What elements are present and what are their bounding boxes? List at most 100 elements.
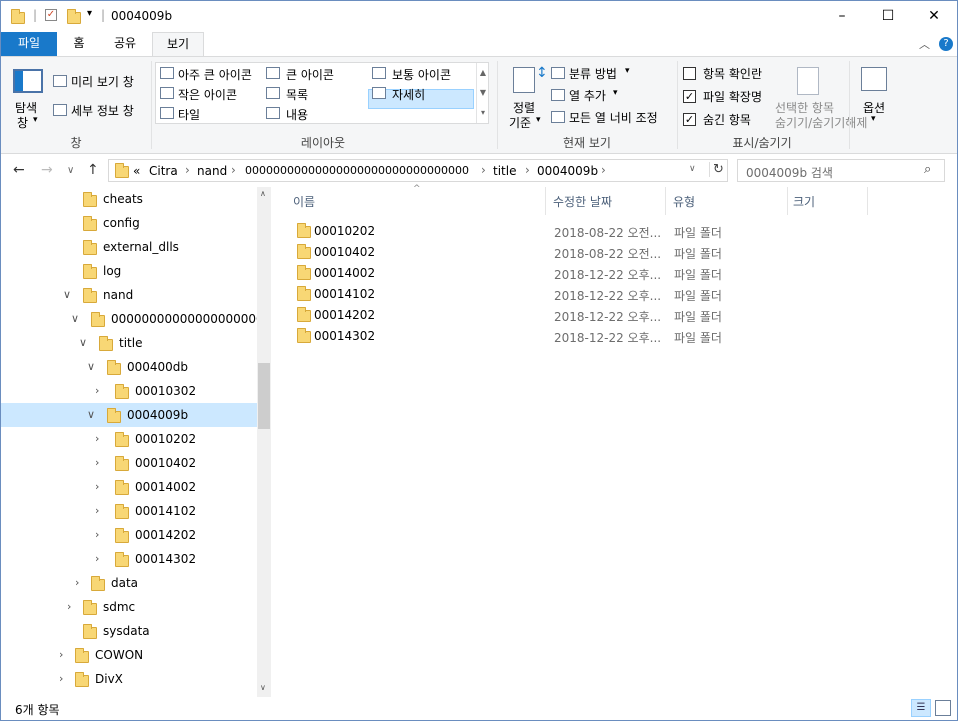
close-button[interactable]: ✕ (911, 1, 957, 32)
help-icon[interactable]: ? (939, 37, 953, 51)
properties-icon[interactable]: ✓ (45, 9, 57, 21)
file-row[interactable]: 00014002 2018-12-22 오후... 파일 폴더 (291, 262, 951, 283)
item-checkboxes-checkbox[interactable] (683, 67, 696, 80)
add-columns-button[interactable]: 열 추가 (569, 87, 606, 104)
minimize-button[interactable]: – (819, 1, 865, 32)
address-bar[interactable]: « Citra › nand › 00000000000000000000000… (108, 159, 728, 182)
chevron-down-icon[interactable]: ∨ (79, 336, 87, 349)
breadcrumb-zero-id[interactable]: 00000000000000000000000000000000 (245, 164, 469, 177)
tree-item-cowon[interactable]: › COWON (1, 643, 257, 667)
tree-item-nand[interactable]: ∨ nand (1, 283, 257, 307)
breadcrumb-separator-icon[interactable]: › (525, 163, 530, 177)
tab-view[interactable]: 보기 (152, 32, 204, 56)
chevron-down-icon[interactable]: ∨ (87, 408, 95, 421)
column-separator[interactable] (665, 187, 666, 215)
chevron-right-icon[interactable]: › (67, 600, 71, 613)
tree-item-cheats[interactable]: cheats (1, 187, 257, 211)
tree-item-00010202[interactable]: › 00010202 (1, 427, 257, 451)
tree-scrollbar[interactable]: ∧ ∨ (257, 187, 271, 697)
chevron-right-icon[interactable]: › (95, 480, 99, 493)
quick-access-dropdown-icon[interactable]: ▾ (87, 8, 92, 19)
breadcrumb-separator-icon[interactable]: › (481, 163, 486, 177)
chevron-right-icon[interactable]: › (95, 504, 99, 517)
tab-file[interactable]: 파일 (1, 32, 57, 56)
file-row[interactable]: 00010402 2018-08-22 오전... 파일 폴더 (291, 241, 951, 262)
tree-item-divx[interactable]: › DivX (1, 667, 257, 691)
gallery-scroll[interactable]: ▲ ▼ ▾ (476, 63, 489, 123)
tree-item-external-dlls[interactable]: external_dlls (1, 235, 257, 259)
breadcrumb-separator-icon[interactable]: › (185, 163, 190, 177)
tree-item-00014202[interactable]: › 00014202 (1, 523, 257, 547)
column-separator[interactable] (867, 187, 868, 215)
chevron-down-icon[interactable]: ∨ (87, 360, 95, 373)
large-icons-view-icon[interactable] (935, 700, 951, 716)
tree-item-00010302[interactable]: › 00010302 (1, 379, 257, 403)
tree-item-0004009b[interactable]: ∨ 0004009b (1, 403, 257, 427)
tree-item-00014302[interactable]: › 00014302 (1, 547, 257, 571)
chevron-down-icon[interactable]: ∨ (71, 312, 79, 325)
details-pane-button[interactable]: 세부 정보 창 (71, 102, 134, 119)
forward-arrow-icon[interactable]: → (41, 162, 53, 178)
maximize-button[interactable]: ☐ (865, 1, 911, 32)
breadcrumb-nand[interactable]: nand (197, 164, 227, 178)
tree-item-00014102[interactable]: › 00014102 (1, 499, 257, 523)
chevron-down-icon[interactable]: ▾ (536, 115, 541, 125)
view-details[interactable]: 자세히 (392, 86, 425, 103)
collapse-ribbon-icon[interactable]: ︿ (919, 36, 930, 52)
tree-item-config[interactable]: config (1, 211, 257, 235)
scrollbar-thumb[interactable] (258, 363, 270, 429)
tree-item-000400db[interactable]: ∨ 000400db (1, 355, 257, 379)
scroll-up-icon[interactable]: ∧ (260, 189, 266, 198)
chevron-right-icon[interactable]: › (95, 528, 99, 541)
breadcrumb-separator-icon[interactable]: › (601, 163, 606, 177)
refresh-icon[interactable]: ↻ (709, 162, 724, 177)
file-row[interactable]: 00014102 2018-12-22 오후... 파일 폴더 (291, 283, 951, 304)
file-row[interactable]: 00014202 2018-12-22 오후... 파일 폴더 (291, 304, 951, 325)
navigation-pane-label-2[interactable]: 창 (17, 114, 28, 131)
chevron-down-icon[interactable]: ∨ (63, 288, 71, 301)
navigation-pane-icon[interactable] (13, 69, 43, 93)
hidden-items-label[interactable]: 숨긴 항목 (703, 111, 751, 128)
size-all-columns-button[interactable]: 모든 열 너비 조정 (569, 109, 658, 126)
sort-by-icon[interactable] (513, 67, 535, 93)
hidden-items-checkbox[interactable]: ✓ (683, 113, 696, 126)
address-dropdown-icon[interactable]: ∨ (689, 164, 696, 174)
up-arrow-icon[interactable]: ↑ (87, 162, 99, 178)
view-large-icons[interactable]: 큰 아이콘 (286, 66, 334, 83)
chevron-right-icon[interactable]: › (95, 552, 99, 565)
view-content[interactable]: 내용 (286, 106, 308, 123)
chevron-down-icon[interactable]: ▾ (625, 66, 630, 76)
details-view-icon[interactable]: ☰ (911, 699, 931, 717)
breadcrumb-overflow[interactable]: « (133, 164, 140, 178)
sort-by-label-2[interactable]: 기준 (509, 114, 531, 131)
search-icon[interactable]: ⌕ (924, 162, 931, 177)
tree-item-00014002[interactable]: › 00014002 (1, 475, 257, 499)
tree-item-title[interactable]: ∨ title (1, 331, 257, 355)
column-header-size[interactable]: 크기 (793, 193, 815, 210)
group-by-button[interactable]: 분류 방법 (569, 65, 617, 82)
tab-home[interactable]: 홈 (57, 32, 101, 56)
tree-item-sdmc[interactable]: › sdmc (1, 595, 257, 619)
file-extensions-checkbox[interactable]: ✓ (683, 90, 696, 103)
search-input[interactable]: 0004009b 검색 ⌕ (737, 159, 945, 182)
file-row[interactable]: 00014302 2018-12-22 오후... 파일 폴더 (291, 325, 951, 346)
chevron-down-icon[interactable]: ▾ (871, 114, 876, 124)
view-list[interactable]: 목록 (286, 86, 308, 103)
tree-item-log[interactable]: log (1, 259, 257, 283)
chevron-right-icon[interactable]: › (95, 432, 99, 445)
tree-item-data[interactable]: › data (1, 571, 257, 595)
tree-item-sysdata[interactable]: sysdata (1, 619, 257, 643)
column-header-type[interactable]: 유형 (673, 193, 695, 210)
breadcrumb-separator-icon[interactable]: › (231, 163, 236, 177)
view-tiles[interactable]: 타일 (178, 106, 200, 123)
breadcrumb-citra[interactable]: Citra (149, 164, 178, 178)
recent-locations-icon[interactable]: ∨ (67, 165, 74, 176)
back-arrow-icon[interactable]: ← (13, 162, 25, 178)
chevron-right-icon[interactable]: › (95, 384, 99, 397)
view-medium-icons[interactable]: 보통 아이콘 (392, 66, 451, 83)
chevron-right-icon[interactable]: › (59, 648, 63, 661)
item-checkboxes-label[interactable]: 항목 확인란 (703, 65, 762, 82)
view-small-icons[interactable]: 작은 아이콘 (178, 86, 237, 103)
options-icon[interactable] (861, 67, 887, 91)
chevron-right-icon[interactable]: › (75, 576, 79, 589)
